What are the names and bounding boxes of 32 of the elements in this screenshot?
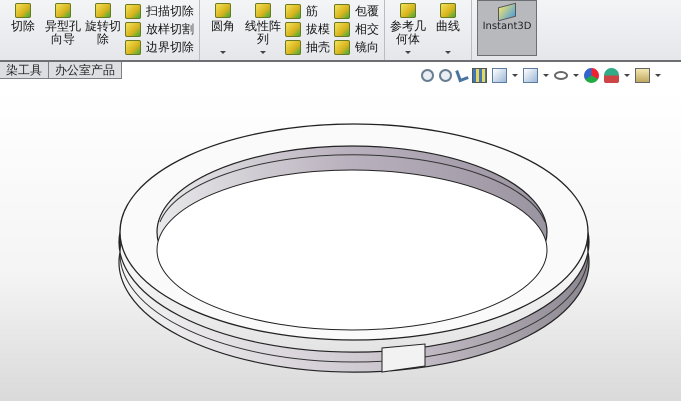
caret-icon[interactable] xyxy=(405,51,411,54)
caret-icon[interactable] xyxy=(445,51,451,54)
tool-button[interactable]: 圆角 xyxy=(205,0,241,33)
tool-button[interactable]: 放样切割 xyxy=(125,21,194,37)
tool-button[interactable]: 参考几何体 xyxy=(390,0,426,46)
section-icon[interactable] xyxy=(472,68,487,82)
tool-button[interactable]: 扫描切除 xyxy=(125,3,194,19)
zoom-icon[interactable] xyxy=(421,68,434,82)
instant3d-button[interactable]: Instant3D xyxy=(477,0,537,56)
tab[interactable]: 染工具 xyxy=(0,62,49,79)
caret-icon[interactable] xyxy=(624,74,630,76)
caret-icon[interactable] xyxy=(543,74,549,76)
caret-icon[interactable] xyxy=(655,74,661,76)
caret-icon[interactable] xyxy=(260,51,266,54)
tool-button[interactable]: 抽壳 xyxy=(285,39,330,55)
tool-button[interactable]: 线性阵列 xyxy=(245,0,281,46)
tool-button[interactable]: 切除 xyxy=(5,0,41,33)
tool-button[interactable]: 异型孔向导 xyxy=(45,0,81,46)
tool-button[interactable]: 拔模 xyxy=(285,21,330,37)
tool-button[interactable]: 曲线 xyxy=(430,0,466,33)
tool-button[interactable]: 相交 xyxy=(334,21,379,37)
tool-button[interactable]: 旋转切除 xyxy=(85,0,121,46)
caret-icon[interactable] xyxy=(512,74,518,76)
color-ball-icon[interactable] xyxy=(584,68,599,82)
tool-button[interactable]: 筋 xyxy=(285,3,330,19)
tab[interactable]: 办公室产品 xyxy=(48,62,122,79)
tool-button[interactable]: 边界切除 xyxy=(125,39,194,55)
caret-icon[interactable] xyxy=(573,74,579,76)
caret-icon[interactable] xyxy=(220,51,226,54)
tool-button[interactable]: 镜向 xyxy=(334,39,379,55)
tool-button[interactable]: 包覆 xyxy=(334,3,379,19)
zoom-icon[interactable] xyxy=(439,68,452,82)
